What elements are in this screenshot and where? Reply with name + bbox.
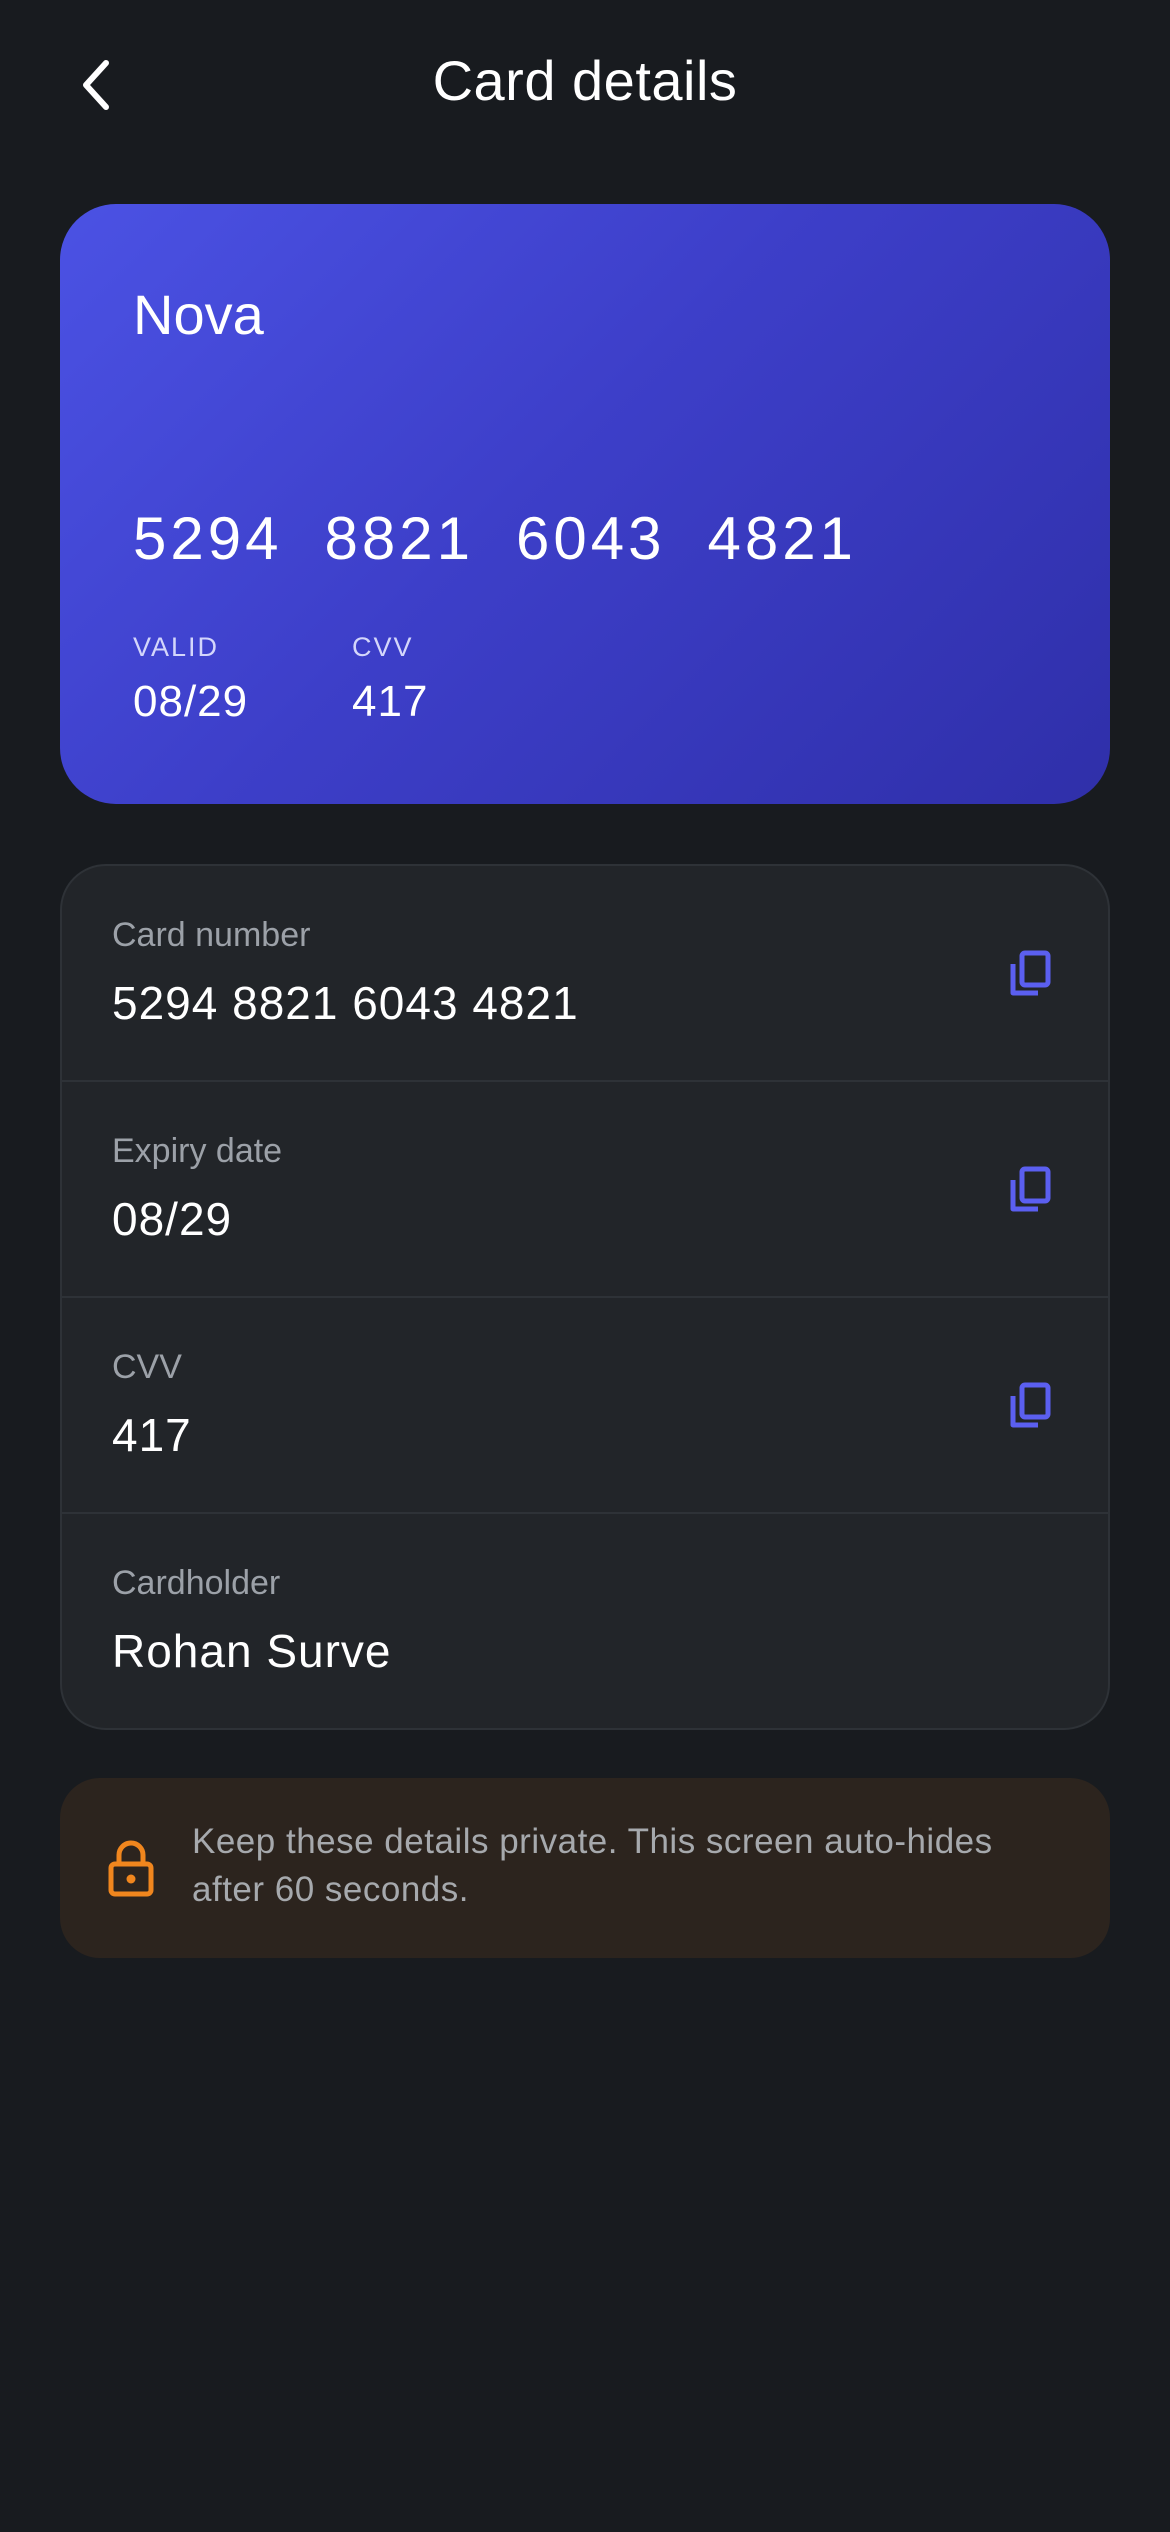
card-valid: VALID 08/29	[133, 632, 248, 727]
card-number-group: 4821	[707, 505, 857, 572]
detail-value: 5294 8821 6043 4821	[112, 977, 579, 1029]
detail-row-cardholder: Cardholder Rohan Surve	[62, 1514, 1108, 1728]
card-valid-value: 08/29	[133, 677, 249, 726]
card-number: 5294 8821 6043 4821	[133, 504, 899, 573]
card-cvv-label: CVV	[352, 632, 414, 662]
copy-icon	[1010, 950, 1051, 996]
detail-label: Card number	[112, 916, 311, 954]
copy-cvv-button[interactable]	[998, 1374, 1062, 1438]
notice-text: Keep these details private. This screen …	[192, 1822, 993, 1909]
detail-value: 417	[112, 1409, 192, 1461]
copy-card-number-button[interactable]	[998, 942, 1062, 1006]
card-valid-label: VALID	[133, 632, 220, 662]
detail-row-cvv: CVV 417	[62, 1298, 1108, 1514]
card-cvv-value: 417	[352, 677, 429, 726]
card-number-group: 5294	[133, 505, 283, 572]
header: Card details	[0, 0, 1170, 170]
detail-value: 08/29	[112, 1193, 233, 1245]
copy-icon	[1010, 1166, 1051, 1212]
card-cvv: CVV 417	[352, 632, 428, 727]
card-number-group: 8821	[324, 505, 474, 572]
privacy-notice: Keep these details private. This screen …	[60, 1778, 1110, 1958]
copy-icon	[1010, 1382, 1051, 1428]
detail-row-expiry: Expiry date 08/29	[62, 1082, 1108, 1298]
page-title: Card details	[432, 49, 738, 112]
detail-value: Rohan Surve	[112, 1625, 392, 1677]
card-number-group: 6043	[515, 505, 666, 572]
details-list: Card number 5294 8821 6043 4821 Expiry d…	[60, 864, 1110, 1730]
detail-row-card-number: Card number 5294 8821 6043 4821	[62, 866, 1108, 1082]
card-details-screen: Card details Nova 5294 8821 6043 4821 VA…	[0, 0, 1170, 2532]
detail-label: CVV	[112, 1348, 182, 1386]
detail-label: Expiry date	[112, 1132, 283, 1170]
card-visual: Nova 5294 8821 6043 4821 VALID 08/29 CVV…	[60, 204, 1110, 804]
copy-expiry-button[interactable]	[998, 1158, 1062, 1222]
detail-label: Cardholder	[112, 1564, 281, 1602]
card-brand: Nova	[133, 283, 264, 346]
lock-icon	[108, 1840, 154, 1897]
